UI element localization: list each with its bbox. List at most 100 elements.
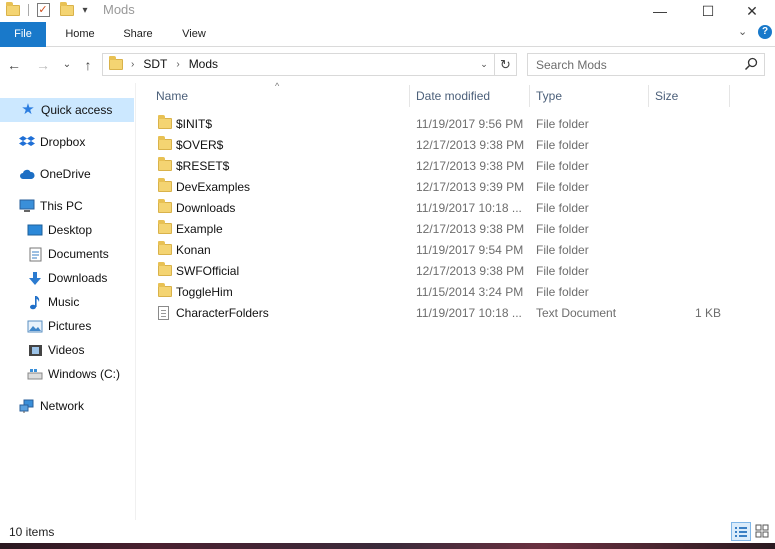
sidebar-item-windows-c[interactable]: Windows (C:) [0, 362, 134, 386]
sidebar-item-onedrive[interactable]: OneDrive [0, 162, 134, 186]
minimize-button[interactable]: — [637, 0, 683, 22]
file-type: File folder [536, 222, 589, 236]
file-row[interactable]: $OVER$ 12/17/2013 9:38 PM File folder [150, 135, 730, 156]
back-arrow-icon[interactable]: ← [5, 56, 23, 74]
address-history-dropdown-icon[interactable]: ⌄ [474, 53, 494, 76]
expand-ribbon-icon[interactable]: ⌄ [738, 25, 747, 38]
tab-share[interactable]: Share [112, 22, 164, 47]
file-name: SWFOfficial [176, 264, 240, 278]
sidebar-item-dropbox[interactable]: Dropbox [0, 130, 134, 154]
sidebar-item-label: This PC [40, 199, 83, 213]
music-icon [27, 294, 43, 310]
folder-icon [158, 199, 172, 213]
file-row[interactable]: ToggleHim 11/15/2014 3:24 PM File folder [150, 282, 730, 303]
tab-file[interactable]: File [0, 22, 46, 47]
file-row[interactable]: Konan 11/19/2017 9:54 PM File folder [150, 240, 730, 261]
drive-icon [27, 366, 43, 382]
breadcrumb-separator[interactable]: › [176, 54, 179, 75]
sidebar-item-label: Pictures [48, 319, 92, 333]
file-date-modified: 12/17/2013 9:39 PM [416, 180, 525, 194]
search-input[interactable]: Search Mods [527, 53, 765, 76]
file-date-modified: 12/17/2013 9:38 PM [416, 264, 525, 278]
file-date-modified: 11/19/2017 9:54 PM [416, 243, 524, 257]
breadcrumb-sdt[interactable]: SDT [143, 54, 167, 75]
breadcrumb-separator: › [131, 59, 135, 70]
file-row[interactable]: SWFOfficial 12/17/2013 9:38 PM File folder [150, 261, 730, 282]
file-type: File folder [536, 201, 589, 215]
file-row[interactable]: $RESET$ 12/17/2013 9:38 PM File folder [150, 156, 730, 177]
ribbon-tabs: File Home Share View ⌄ ? [0, 22, 775, 47]
forward-arrow-icon[interactable]: → [34, 56, 52, 74]
computer-icon [19, 198, 35, 214]
sidebar-item-label: Windows (C:) [48, 367, 121, 381]
file-date-modified: 11/19/2017 9:56 PM [416, 117, 524, 131]
file-name: Konan [176, 243, 211, 257]
help-icon[interactable]: ? [758, 25, 772, 39]
file-row[interactable]: $INIT$ 11/19/2017 9:56 PM File folder [150, 114, 730, 135]
file-name: CharacterFolders [176, 306, 269, 320]
tab-view[interactable]: View [168, 22, 220, 47]
file-name: $INIT$ [176, 117, 213, 131]
details-view-button[interactable] [731, 522, 751, 541]
title-bar: ✓ ▾ Mods — ☐ ✕ [0, 0, 775, 22]
sidebar-item-label: Downloads [48, 271, 108, 285]
text-document-icon [158, 306, 169, 321]
address-bar[interactable]: › SDT › Mods [102, 53, 495, 76]
search-icon[interactable] [744, 57, 758, 71]
folder-icon [158, 241, 172, 255]
customize-toolbar-icon[interactable]: ▾ [78, 1, 92, 19]
file-type: File folder [536, 117, 589, 131]
cloud-icon [19, 166, 35, 182]
column-header-name[interactable]: Name [150, 83, 408, 109]
column-header-date-modified[interactable]: Date modified [410, 83, 528, 109]
sidebar-item-quick-access[interactable]: ★ Quick access [0, 98, 134, 122]
file-name: $RESET$ [176, 159, 230, 173]
sidebar-item-label: Dropbox [40, 135, 86, 149]
file-name: ToggleHim [176, 285, 233, 299]
file-date-modified: 12/17/2013 9:38 PM [416, 222, 525, 236]
sidebar-item-videos[interactable]: Videos [0, 338, 134, 362]
file-row[interactable]: DevExamples 12/17/2013 9:39 PM File folder [150, 177, 730, 198]
sidebar-item-documents[interactable]: Documents [0, 242, 134, 266]
breadcrumb-mods[interactable]: Mods [189, 54, 218, 75]
column-header-size[interactable]: Size [649, 83, 729, 109]
file-type: File folder [536, 243, 589, 257]
folder-icon [158, 178, 172, 192]
sidebar-item-this-pc[interactable]: This PC [0, 194, 134, 218]
sidebar-item-downloads[interactable]: Downloads [0, 266, 134, 290]
file-row[interactable]: Example 12/17/2013 9:38 PM File folder [150, 219, 730, 240]
file-type: File folder [536, 285, 589, 299]
up-arrow-icon[interactable]: ↑ [79, 56, 97, 74]
sidebar-item-desktop[interactable]: Desktop [0, 218, 134, 242]
folder-icon [158, 220, 172, 234]
recent-locations-icon[interactable]: ⌄ [58, 56, 76, 74]
file-row[interactable]: Downloads 11/19/2017 10:18 ... File folder [150, 198, 730, 219]
column-divider[interactable] [729, 85, 730, 107]
folder-icon [158, 136, 172, 150]
file-date-modified: 12/17/2013 9:38 PM [416, 138, 525, 152]
sidebar-item-label: Music [48, 295, 80, 309]
sidebar-item-label: Network [40, 399, 85, 413]
file-type: Text Document [536, 306, 617, 320]
new-folder-icon[interactable] [58, 1, 76, 19]
file-size: 1 KB [694, 306, 721, 320]
search-placeholder: Search Mods [536, 58, 607, 72]
dropbox-icon [19, 134, 35, 150]
file-name: Downloads [176, 201, 236, 215]
file-type: File folder [536, 180, 589, 194]
file-name: Example [176, 222, 223, 236]
properties-icon[interactable]: ✓ [34, 1, 52, 19]
large-icons-view-button[interactable] [753, 522, 773, 541]
column-header-type[interactable]: Type [530, 83, 648, 109]
sidebar-item-music[interactable]: Music [0, 290, 134, 314]
maximize-button[interactable]: ☐ [685, 0, 731, 22]
sidebar-item-network[interactable]: Network [0, 394, 134, 418]
file-date-modified: 11/15/2014 3:24 PM [416, 285, 524, 299]
tab-home[interactable]: Home [54, 22, 106, 47]
item-count: 10 items [9, 525, 55, 539]
close-button[interactable]: ✕ [729, 0, 775, 22]
sidebar-item-pictures[interactable]: Pictures [0, 314, 134, 338]
refresh-icon[interactable]: ↻ [495, 53, 517, 76]
file-row[interactable]: CharacterFolders 11/19/2017 10:18 ... Text… [150, 303, 730, 324]
folder-icon [158, 157, 172, 171]
